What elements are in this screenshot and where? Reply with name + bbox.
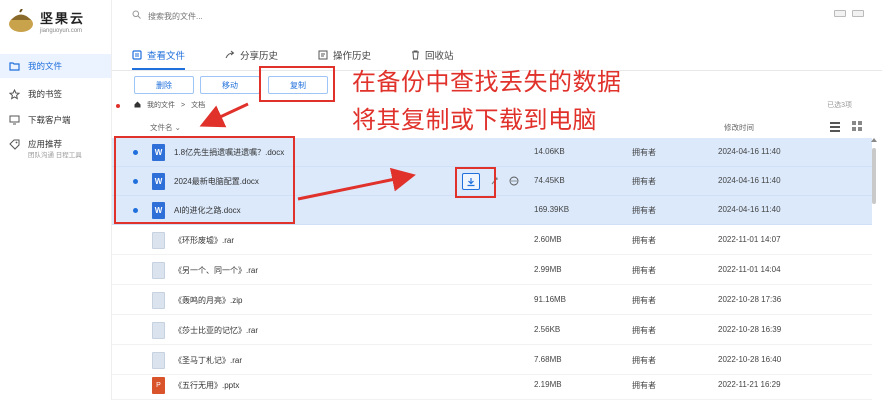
nut-logo-icon bbox=[6, 8, 36, 33]
annotation-box-download bbox=[455, 167, 496, 198]
window-controls bbox=[834, 10, 864, 17]
file-name[interactable]: 《另一个、同一个》.rar bbox=[174, 265, 258, 276]
brand-name: 坚果云 bbox=[40, 11, 86, 26]
message-icon[interactable] bbox=[834, 10, 846, 17]
annotation-box-files bbox=[114, 136, 295, 224]
search-icon bbox=[132, 10, 141, 21]
annotation-text-line2: 将其复制或下载到电脑 bbox=[352, 106, 597, 134]
column-header-name[interactable]: 文件名 ⌄ bbox=[150, 122, 181, 133]
share-icon bbox=[225, 50, 235, 60]
file-size: 2.99MB bbox=[534, 265, 562, 274]
file-size: 2.56KB bbox=[534, 325, 561, 334]
table-row[interactable]: 《莎士比亚的记忆》.rar 2.56KB 拥有者 2022-10-28 16:3… bbox=[112, 316, 872, 345]
file-name[interactable]: 《莎士比亚的记忆》.rar bbox=[174, 325, 258, 336]
list-view-icon[interactable] bbox=[830, 122, 840, 132]
archive-file-icon bbox=[152, 352, 165, 369]
file-owner: 拥有者 bbox=[632, 177, 656, 186]
tab-view-files[interactable]: 查看文件 bbox=[132, 42, 186, 70]
file-date: 2022-10-28 16:40 bbox=[718, 355, 782, 364]
file-view-icon bbox=[132, 50, 142, 60]
file-name[interactable]: 《轰鸣的月亮》.zip bbox=[174, 295, 242, 306]
selected-count: 已选3项 bbox=[827, 102, 852, 109]
archive-file-icon bbox=[152, 232, 165, 249]
breadcrumb-current[interactable]: 文档 bbox=[191, 100, 205, 110]
file-owner: 拥有者 bbox=[632, 206, 656, 215]
history-icon bbox=[318, 50, 328, 60]
file-date: 2024-04-16 11:40 bbox=[718, 205, 781, 214]
file-date: 2024-04-16 11:40 bbox=[718, 176, 781, 185]
brand-subtitle: jianguoyun.com bbox=[40, 28, 83, 34]
annotation-text-line1: 在备份中查找丢失的数据 bbox=[352, 68, 622, 96]
more-icon[interactable] bbox=[509, 176, 519, 188]
top-bar bbox=[112, 0, 882, 34]
archive-file-icon bbox=[152, 322, 165, 339]
pptx-file-icon: P bbox=[152, 377, 165, 394]
tab-label: 操作历史 bbox=[333, 51, 372, 62]
trash-icon bbox=[411, 50, 420, 60]
file-owner: 拥有者 bbox=[632, 236, 656, 245]
scroll-up-arrow[interactable] bbox=[871, 138, 877, 142]
sidebar-item-bookmarks[interactable]: 我的书签 bbox=[0, 82, 111, 106]
file-date: 2022-10-28 17:36 bbox=[718, 295, 782, 304]
file-name[interactable]: 《环形废墟》.rar bbox=[174, 235, 234, 246]
home-icon bbox=[134, 101, 141, 110]
file-owner: 拥有者 bbox=[632, 381, 656, 390]
table-row[interactable]: P 《五行无用》.pptx 2.19MB 拥有者 2022-11-21 16:2… bbox=[112, 371, 872, 400]
breadcrumb-separator: > bbox=[181, 101, 186, 109]
file-owner: 拥有者 bbox=[632, 296, 656, 305]
grid-view-icon[interactable] bbox=[852, 121, 862, 131]
file-size: 7.68MB bbox=[534, 355, 562, 364]
tab-label: 查看文件 bbox=[147, 51, 186, 62]
search-input[interactable] bbox=[148, 8, 368, 24]
notification-dot bbox=[116, 104, 120, 108]
tab-share-history[interactable]: 分享历史 bbox=[225, 42, 278, 68]
arrow-to-files bbox=[199, 102, 249, 128]
tab-label: 分享历史 bbox=[240, 51, 279, 62]
archive-file-icon bbox=[152, 262, 165, 279]
sidebar-item-download-client[interactable]: 下载客户端 bbox=[0, 108, 111, 132]
folder-icon bbox=[8, 60, 20, 72]
table-row[interactable]: 《轰鸣的月亮》.zip 91.16MB 拥有者 2022-10-28 17:36 bbox=[112, 286, 872, 315]
file-date: 2022-11-21 16:29 bbox=[718, 380, 781, 389]
sidebar-item-label: 我的文件 bbox=[28, 61, 63, 71]
file-name[interactable]: 《圣马丁札记》.rar bbox=[174, 355, 242, 366]
scrollbar[interactable] bbox=[872, 148, 876, 204]
sidebar-item-label: 下载客户端 bbox=[28, 115, 71, 125]
sidebar: 坚果云 jianguoyun.com 我的文件 我的书签 下载客户端 应用推荐 … bbox=[0, 0, 112, 400]
file-size: 169.39KB bbox=[534, 205, 570, 214]
brand[interactable]: 坚果云 jianguoyun.com bbox=[6, 8, 85, 34]
file-size: 2.60MB bbox=[534, 235, 562, 244]
file-date: 2022-10-28 16:39 bbox=[718, 325, 782, 334]
annotation-box-copy bbox=[259, 66, 335, 102]
file-size: 14.06KB bbox=[534, 147, 565, 156]
sidebar-apps-subtitle: 团队沟通 日程工具 bbox=[28, 152, 82, 159]
breadcrumb-root[interactable]: 我的文件 bbox=[147, 100, 175, 110]
file-date: 2022-11-01 14:07 bbox=[718, 235, 781, 244]
sidebar-item-my-files[interactable]: 我的文件 bbox=[0, 54, 111, 78]
breadcrumb: 我的文件 > 文档 bbox=[134, 100, 205, 110]
move-button[interactable]: 移动 bbox=[200, 76, 260, 94]
file-size: 2.19MB bbox=[534, 380, 562, 389]
delete-button[interactable]: 删除 bbox=[134, 76, 194, 94]
file-owner: 拥有者 bbox=[632, 148, 656, 157]
zip-file-icon bbox=[152, 292, 165, 309]
file-size: 91.16MB bbox=[534, 295, 567, 304]
file-date: 2022-11-01 14:04 bbox=[718, 265, 781, 274]
file-owner: 拥有者 bbox=[632, 356, 656, 365]
table-row[interactable]: 《另一个、同一个》.rar 2.99MB 拥有者 2022-11-01 14:0… bbox=[112, 256, 872, 285]
sidebar-item-label: 我的书签 bbox=[28, 89, 63, 99]
star-icon bbox=[8, 88, 20, 100]
file-size: 74.45KB bbox=[534, 176, 565, 185]
tag-icon bbox=[8, 138, 20, 150]
file-owner: 拥有者 bbox=[632, 266, 656, 275]
file-date: 2024-04-16 11:40 bbox=[718, 147, 781, 156]
file-owner: 拥有者 bbox=[632, 326, 656, 335]
tab-label: 回收站 bbox=[425, 51, 454, 62]
settings-icon[interactable] bbox=[852, 10, 864, 17]
file-name[interactable]: 《五行无用》.pptx bbox=[174, 380, 239, 391]
column-header-date[interactable]: 修改时间 bbox=[724, 122, 754, 133]
monitor-icon bbox=[8, 114, 20, 126]
table-row[interactable]: 《环形废墟》.rar 2.60MB 拥有者 2022-11-01 14:07 bbox=[112, 226, 872, 255]
